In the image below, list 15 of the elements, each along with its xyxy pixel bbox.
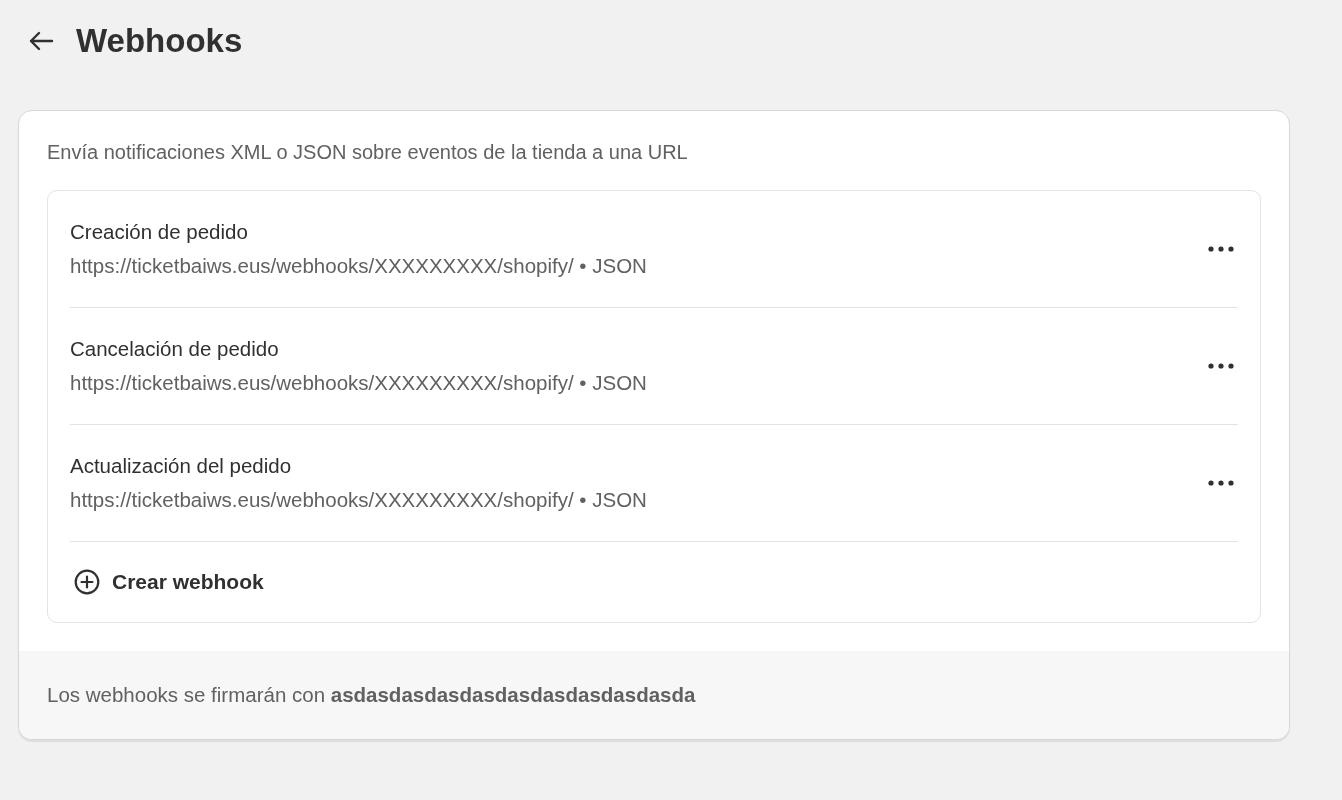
ellipsis-icon [1208, 480, 1234, 486]
webhook-url: https://ticketbaiws.eus/webhooks/XXXXXXXXX/shopify/ • JSON [70, 371, 647, 395]
webhook-name: Cancelación de pedido [70, 337, 280, 361]
webhook-name: Actualización del pedido [70, 454, 293, 478]
webhook-name: Creación de pedido [70, 220, 249, 244]
signing-note: Los webhooks se firmarán con asdasdasdasdasdasdasdasdasdasda [47, 683, 697, 707]
ellipsis-icon [1208, 246, 1234, 252]
create-webhook-button[interactable]: Crear webhook [70, 565, 268, 599]
webhook-url: https://ticketbaiws.eus/webhooks/XXXXXXXXX/shopify/ • JSON [70, 254, 647, 278]
plus-circle-icon [74, 569, 100, 595]
ellipsis-icon [1208, 363, 1234, 369]
back-arrow-icon [28, 31, 54, 51]
description-text: Envía notificaciones XML o JSON sobre eventos de la tienda a una URL [47, 141, 689, 164]
page-title: Webhooks [76, 22, 243, 60]
webhook-url: https://ticketbaiws.eus/webhooks/XXXXXXXXX/shopify/ • JSON [70, 488, 647, 512]
